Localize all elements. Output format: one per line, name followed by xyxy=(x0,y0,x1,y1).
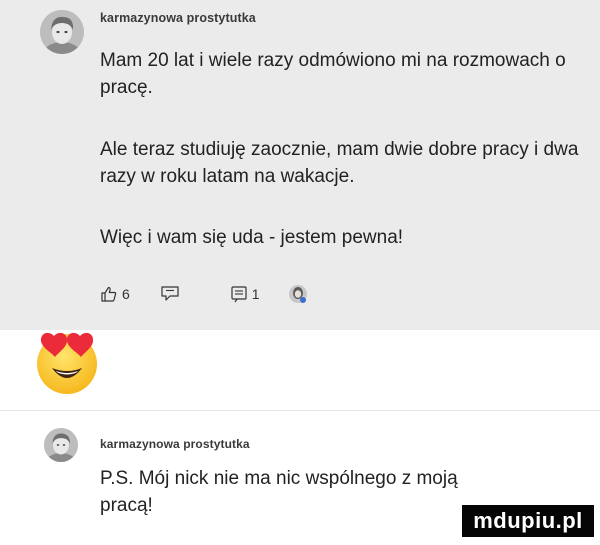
comments-icon xyxy=(231,286,247,303)
thumbs-up-icon xyxy=(101,286,117,302)
user-reaction-avatar[interactable] xyxy=(288,284,308,304)
author-name-2[interactable]: karmazynowa prostytutka xyxy=(100,437,250,451)
replies-count: 1 xyxy=(251,286,260,302)
comment-card-1: karmazynowa prostytutka Mam 20 lat i wie… xyxy=(0,0,600,330)
author-name[interactable]: karmazynowa prostytutka xyxy=(100,11,256,25)
reaction-avatar-icon xyxy=(288,285,307,303)
site-watermark: mdupiu.pl xyxy=(462,505,594,537)
profile-photo-icon xyxy=(44,428,78,462)
emoji-graphic xyxy=(37,332,97,394)
reply-icon xyxy=(161,286,179,301)
comment-paragraph-2: Ale teraz studiuję zaocznie, mam dwie do… xyxy=(100,139,579,187)
replies-button[interactable]: 1 xyxy=(230,285,260,303)
reply-button[interactable] xyxy=(160,285,180,303)
likes-count: 6 xyxy=(122,286,130,302)
like-button[interactable]: 6 xyxy=(100,285,130,303)
profile-photo-icon xyxy=(40,10,84,54)
divider xyxy=(0,410,600,411)
author-avatar[interactable] xyxy=(40,10,84,54)
author-avatar-2[interactable] xyxy=(44,428,78,462)
comment-paragraph-3: Więc i wam się uda - jestem pewna! xyxy=(100,227,404,248)
comment-paragraph-1: Mam 20 lat i wiele razy odmówiono mi na … xyxy=(100,50,566,98)
comment-text-2: P.S. Mój nick nie ma nic wspólnego z moj… xyxy=(100,468,458,516)
comment-actions: 6 1 xyxy=(100,282,308,306)
heart-eyes-emoji-icon xyxy=(28,330,106,399)
